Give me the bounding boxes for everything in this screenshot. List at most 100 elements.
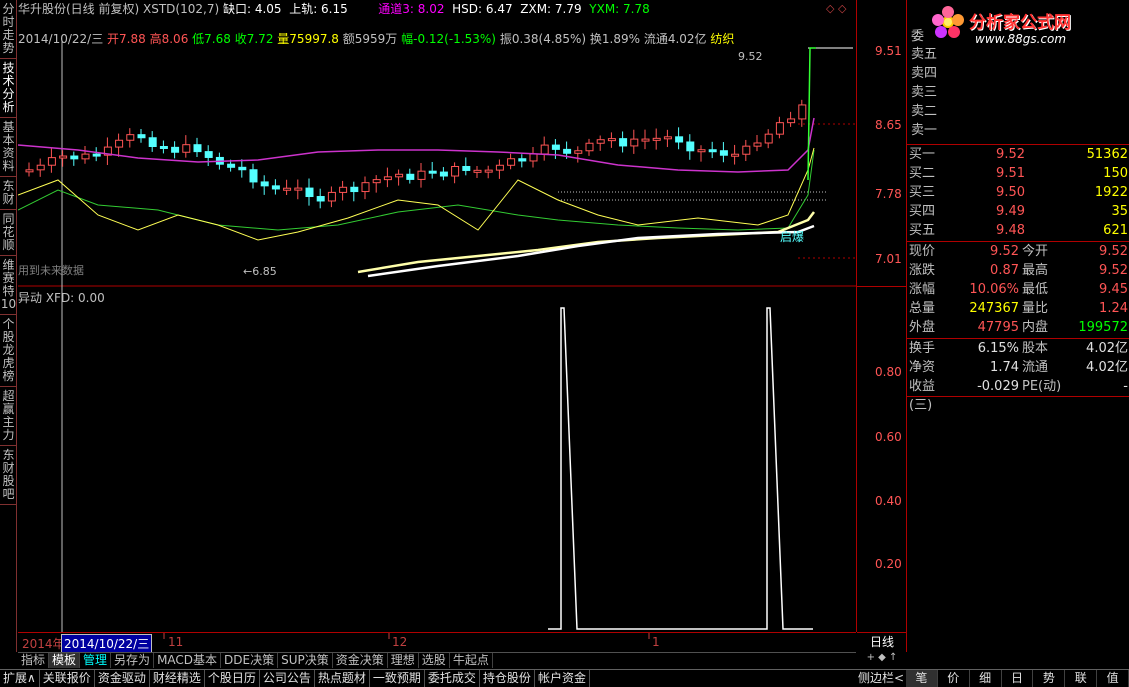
function-tab-4[interactable]: 个股日历 [205,670,260,687]
stat-value: 47795 [977,320,1019,335]
function-tab-1[interactable]: 关联报价 [40,670,95,687]
stat-key2: 流通 [1022,360,1049,375]
left-tab-8[interactable]: 东财股吧 [0,446,17,505]
candle [563,148,572,154]
candle [798,104,807,120]
candle [787,118,796,124]
bottom-tab-1[interactable]: 模板 [49,653,81,668]
left-tab-5[interactable]: 维赛特10 [0,256,17,315]
bottom-tab-2[interactable]: 管理 [80,653,112,668]
candle [596,139,605,144]
candle [171,146,180,153]
sell-label: 卖五 [911,47,938,62]
quote-tab-0[interactable]: 笔 [906,670,938,687]
quote-tab-5[interactable]: 联 [1065,670,1098,687]
sell-row: 卖二 [909,102,1128,121]
left-tab-7[interactable]: 超赢主力 [0,387,17,446]
quote-tab-6[interactable]: 值 [1097,670,1129,687]
side-panel-toggle[interactable]: 侧边栏< [856,669,906,687]
xfd-line [548,307,813,630]
bottom-tab-6[interactable]: SUP决策 [278,653,333,668]
stat-value: 6.15% [977,341,1019,356]
buy-volume: 51362 [1086,147,1128,162]
ma-line [18,147,815,241]
function-tab-8[interactable]: 委托成交 [425,670,480,687]
bottom-tab-7[interactable]: 资金决策 [333,653,388,668]
indicator-tab-bar: 指标 模板 管理 另存为 MACD基本 DDE决策 SUP决策 资金决策 理想 选股 牛起点 [18,652,856,668]
main-chart-area[interactable]: 华升股份(日线 前复权) XSTD(102,7) 缺口: 4.05 上轨: 6.… [18,0,856,653]
left-tab-4[interactable]: 同花顺 [0,210,17,256]
candle [47,157,56,166]
candle [159,145,168,149]
candle [59,155,68,159]
sell-row: 卖四 [909,64,1128,83]
zoom-controls[interactable]: + ◆ ↑ [857,652,907,663]
left-tab-0[interactable]: 分时走势 [0,0,17,59]
left-tab-6[interactable]: 个股龙虎榜 [0,315,17,387]
left-tab-2[interactable]: 基本资料 [0,118,17,177]
future-data-note: 用到未来数据 [18,264,84,277]
candle [339,186,348,193]
candle [753,142,762,147]
bottom-tab-3[interactable]: 另存为 [111,653,155,668]
candle [115,139,124,148]
axis-080: 0.80 [875,365,902,379]
quote-tab-3[interactable]: 日 [1002,670,1034,687]
quote-tab-1[interactable]: 价 [938,670,970,687]
stat-key2: 股本 [1022,341,1049,356]
function-tab-3[interactable]: 财经精选 [150,670,205,687]
candle [495,164,504,171]
kline-svg[interactable] [18,0,856,632]
function-tab-9[interactable]: 持仓股份 [480,670,535,687]
period-label[interactable]: 日线 [857,632,907,651]
buy-rows: 买一 9.52 51362 买二 9.51 150 买三 9.50 1922 买四 9.49 35 买五… [907,144,1129,240]
candle [473,169,482,173]
bottom-tab-10[interactable]: 牛起点 [450,653,493,668]
function-tab-2[interactable]: 资金驱动 [95,670,150,687]
candle [719,150,728,156]
stat-value2: 1.24 [1099,301,1128,316]
candle [204,151,213,158]
function-tab-6[interactable]: 热点题材 [315,670,370,687]
candle [731,153,740,157]
left-tab-1[interactable]: 技术分析 [0,59,17,118]
candle [350,186,359,193]
axis-778: 7.78 [875,187,902,201]
stat-value2: 4.02亿 [1086,341,1128,356]
bottom-tab-5[interactable]: DDE决策 [221,653,279,668]
bottom-tab-4[interactable]: MACD基本 [154,653,222,668]
wei-label: 委 [911,29,925,44]
candle [663,136,672,140]
candle [619,138,628,147]
stat-value: 1.74 [990,360,1019,375]
bottom-tab-8[interactable]: 理想 [388,653,419,668]
quote-tab-2[interactable]: 细 [970,670,1002,687]
candle [294,187,303,191]
function-tab-10[interactable]: 帐户资金 [535,670,590,687]
candle [126,134,135,141]
axis-040: 0.40 [875,494,902,508]
candle [585,142,594,152]
stat-value2: 9.45 [1099,282,1128,297]
candle [193,144,202,153]
stat-key: 收益(三) [909,379,936,413]
function-tab-5[interactable]: 公司公告 [260,670,315,687]
stat-rows: 现价 9.52 今开 9.52 涨跌 0.87 最高 9.52 涨幅 10.06% 最低 9.45 总量… [907,241,1129,337]
bottom-tab-0[interactable]: 指标 [18,653,50,668]
candle [81,153,90,160]
function-tab-0[interactable]: 扩展∧ [0,670,40,687]
candle [652,137,661,141]
stat-value: 9.52 [990,244,1019,259]
stat-value2: 4.02亿 [1086,360,1128,375]
quote-tab-4[interactable]: 势 [1033,670,1066,687]
candle [70,155,79,160]
left-tab-3[interactable]: 东财 [0,177,17,210]
axis-951: 9.51 [875,44,902,58]
bottom-tab-9[interactable]: 选股 [419,653,450,668]
function-tab-7[interactable]: 一致预期 [370,670,425,687]
candle [574,150,583,154]
candle [451,165,460,177]
buy-volume: 621 [1103,223,1128,238]
stat-value: 0.87 [990,263,1019,278]
buy-price: 9.51 [996,166,1025,181]
